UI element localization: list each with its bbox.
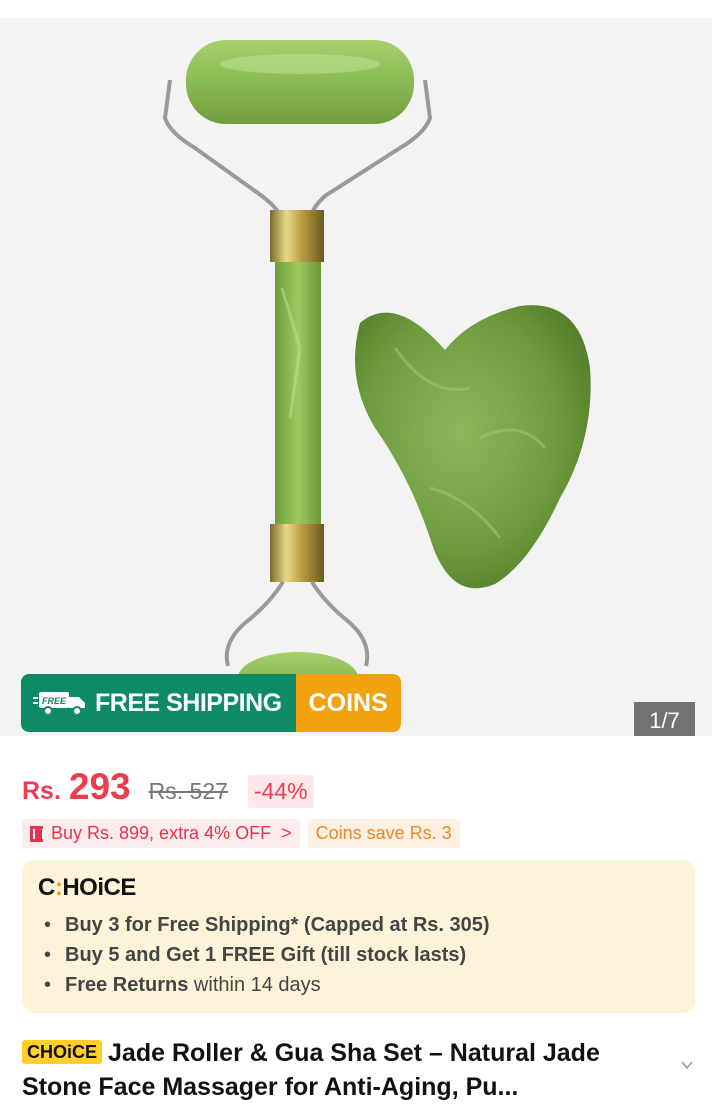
benefit-item: Free Returns within 14 days: [38, 970, 679, 1000]
price-row: Rs. 293 Rs. 527 -44%: [22, 766, 314, 808]
current-price: 293: [68, 766, 131, 807]
status-bar-spacer: [0, 0, 712, 18]
coupon-icon: [30, 825, 44, 842]
chevron-down-icon[interactable]: [680, 1058, 694, 1072]
free-shipping-badge: FREE FREE SHIPPING: [21, 674, 296, 732]
choice-benefits-list: Buy 3 for Free Shipping* (Capped at Rs. …: [38, 910, 679, 1000]
discount-badge: -44%: [247, 775, 314, 808]
free-shipping-label: FREE SHIPPING: [95, 688, 282, 717]
store-deal-button[interactable]: Buy Rs. 899, extra 4% OFF >: [22, 819, 300, 848]
choice-benefits-panel[interactable]: C:HOiCE Buy 3 for Free Shipping* (Capped…: [22, 860, 695, 1013]
free-tag-text: FREE: [42, 696, 67, 706]
product-image-gallery[interactable]: FREE FREE SHIPPING COINS 1/7: [0, 18, 712, 736]
chevron-right-icon: >: [281, 823, 292, 843]
coins-save-badge[interactable]: Coins save Rs. 3: [307, 819, 460, 848]
promotions-row: Buy Rs. 899, extra 4% OFF > Coins save R…: [22, 819, 460, 848]
image-counter: 1/7: [634, 702, 695, 736]
benefit-item: Buy 3 for Free Shipping* (Capped at Rs. …: [38, 910, 679, 940]
product-title: CHOiCE Jade Roller & Gua Sha Set – Natura…: [22, 1036, 672, 1104]
choice-badge: CHOiCE: [22, 1040, 103, 1064]
product-title-area[interactable]: CHOiCE Jade Roller & Gua Sha Set – Natura…: [22, 1036, 672, 1104]
free-shipping-coins-banner: FREE FREE SHIPPING COINS: [21, 674, 401, 732]
product-title-text: Jade Roller & Gua Sha Set – Natural Jade…: [22, 1039, 600, 1101]
product-image: [162, 40, 591, 704]
coins-badge: COINS: [295, 674, 401, 732]
store-deal-label: Buy Rs. 899, extra 4% OFF: [51, 823, 272, 843]
benefit-item: Buy 5 and Get 1 FREE Gift (till stock la…: [38, 940, 679, 970]
original-price: Rs. 527: [148, 778, 228, 804]
price-currency: Rs.: [22, 777, 61, 805]
choice-logo: C:HOiCE: [38, 874, 136, 901]
truck-icon: FREE: [33, 692, 85, 716]
